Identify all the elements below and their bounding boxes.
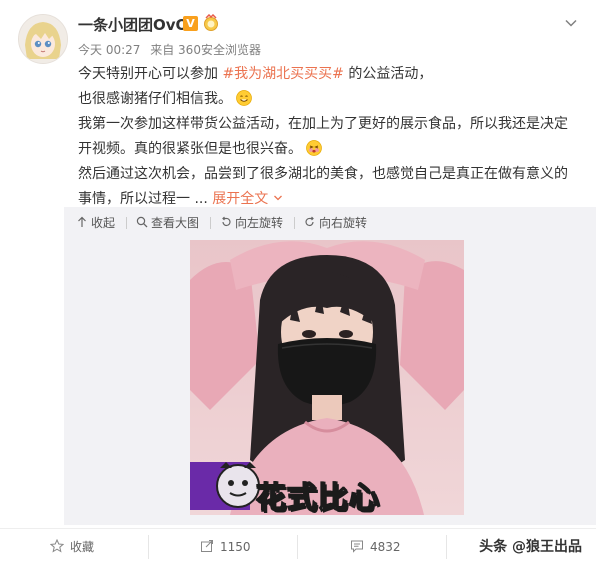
view-large-label: 查看大图 <box>151 216 200 230</box>
excited-emoji-icon <box>306 140 323 156</box>
repost-button[interactable]: 1150 <box>200 539 251 555</box>
collapse-label: 收起 <box>91 216 116 230</box>
chevron-down-icon[interactable] <box>564 16 578 30</box>
medal-icon <box>204 14 218 31</box>
rotate-left-button[interactable]: 向左旋转 <box>220 215 283 231</box>
comment-count: 4832 <box>370 540 401 554</box>
rotate-left-icon <box>222 216 231 226</box>
post-footer: 收藏 1150 4832 头条 @狼王出品 <box>0 528 596 564</box>
divider <box>148 535 149 559</box>
repost-count: 1150 <box>220 540 251 554</box>
collapse-button[interactable]: 收起 <box>76 215 115 231</box>
weibo-post: 一条小团团OvO V 今天 00:27 来自 360安全浏览器 今天特别开心可以… <box>0 0 596 563</box>
media-toolbar: 收起 查看大图 向左旋转 向右旋转 <box>64 207 596 239</box>
text-span: 然后通过这次机会，品尝到了很多湖北的美食，也感觉自己是真正在做有意义的事情，所以… <box>78 166 568 207</box>
magnifier-icon <box>136 216 148 228</box>
favorite-button[interactable]: 收藏 <box>49 538 95 555</box>
expand-label: 展开全文 <box>212 191 269 207</box>
topic-link[interactable]: #我为湖北买买买# <box>222 66 343 82</box>
comment-icon <box>351 540 363 553</box>
divider <box>446 535 447 559</box>
watermark: 头条 @狼王出品 <box>479 539 582 555</box>
media-area: 收起 查看大图 向左旋转 向右旋转 花式比心 <box>64 207 596 525</box>
paragraph-3: 我第一次参加这样带货公益活动，在加上为了更好的展示食品，所以我还是决定开视频。真… <box>78 112 578 162</box>
favorite-label: 收藏 <box>70 540 95 554</box>
divider <box>210 217 211 229</box>
arrow-up-icon <box>78 216 86 227</box>
text-span: 也很感谢猪仔们相信我。 <box>78 91 232 107</box>
rotate-right-button[interactable]: 向右旋转 <box>304 215 367 231</box>
rotate-right-icon <box>305 216 314 226</box>
comment-button[interactable]: 4832 <box>350 539 401 555</box>
chevron-down-icon <box>273 195 282 201</box>
post-photo[interactable]: 花式比心 <box>190 240 464 515</box>
divider <box>294 217 295 229</box>
repost-icon <box>201 540 213 552</box>
post-meta: 今天 00:27 来自 360安全浏览器 <box>78 41 267 58</box>
paragraph-2: 也很感谢猪仔们相信我。 <box>78 87 578 112</box>
star-icon <box>49 538 65 553</box>
rotate-left-label: 向左旋转 <box>235 216 284 230</box>
vip-badge-icon: V <box>183 16 198 31</box>
smile-emoji-icon <box>236 90 253 106</box>
avatar[interactable] <box>18 14 68 64</box>
paragraph-4: 然后通过这次机会，品尝到了很多湖北的美食，也感觉自己是真正在做有意义的事情，所以… <box>78 162 578 212</box>
paragraph-1: 今天特别开心可以参加 #我为湖北买买买# 的公益活动， <box>78 62 578 87</box>
username[interactable]: 一条小团团OvO <box>78 14 188 35</box>
sticker-text: 花式比心 <box>255 480 380 515</box>
post-time[interactable]: 今天 00:27 <box>78 43 140 57</box>
view-large-button[interactable]: 查看大图 <box>136 215 199 231</box>
rotate-right-label: 向右旋转 <box>319 216 368 230</box>
post-text: 今天特别开心可以参加 #我为湖北买买买# 的公益活动， 也很感谢猪仔们相信我。 … <box>78 62 578 212</box>
text-span: 的公益活动， <box>343 66 433 82</box>
text-span: 今天特别开心可以参加 <box>78 66 223 82</box>
divider <box>297 535 298 559</box>
divider <box>126 217 127 229</box>
text-span: 我第一次参加这样带货公益活动，在加上为了更好的展示食品，所以我还是决定开视频。真… <box>78 116 568 157</box>
expand-full-text-link[interactable]: 展开全文 <box>212 191 282 207</box>
post-source: 来自 360安全浏览器 <box>150 43 261 57</box>
